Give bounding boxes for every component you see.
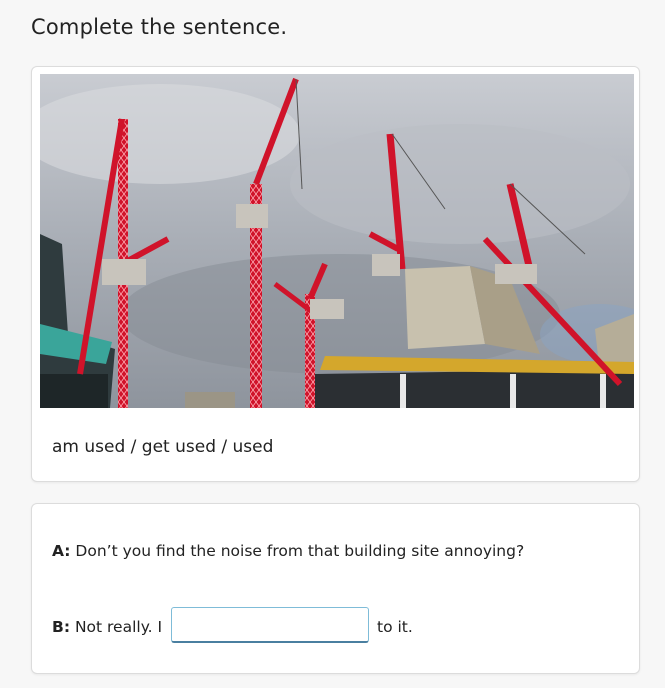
word-options: am used / get used / used [52, 437, 274, 457]
speaker-b-text-before: Not really. I [70, 618, 163, 636]
image-card: am used / get used / used [31, 66, 640, 482]
construction-cranes-photo [40, 74, 634, 408]
dialogue-card: A: Don’t you find the noise from that bu… [31, 503, 640, 674]
speaker-a-line: A: Don’t you find the noise from that bu… [52, 542, 524, 560]
speaker-b-text-after: to it. [377, 618, 413, 636]
speaker-b-label: B: [52, 618, 71, 636]
instruction-heading: Complete the sentence. [31, 15, 288, 39]
speaker-b-line: B: Not really. I [52, 618, 162, 636]
speaker-a-text: Don’t you find the noise from that build… [70, 542, 525, 560]
speaker-a-label: A: [52, 542, 71, 560]
answer-input[interactable] [171, 607, 369, 643]
